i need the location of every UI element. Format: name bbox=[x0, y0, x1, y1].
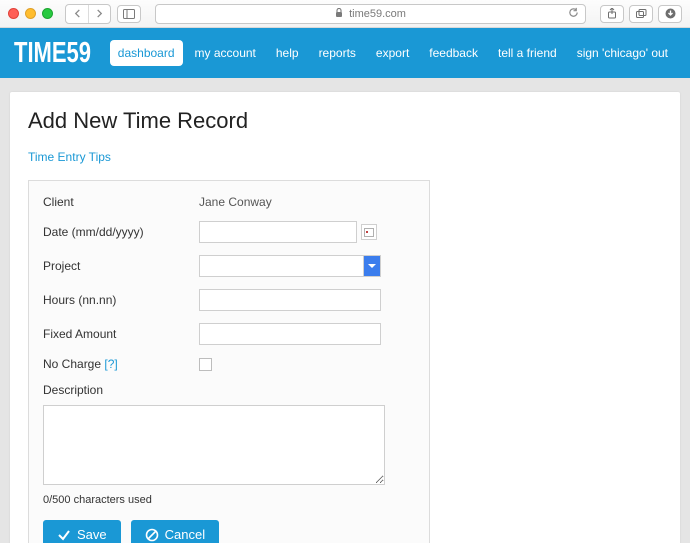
forward-button[interactable] bbox=[88, 5, 110, 23]
fixed-amount-input[interactable] bbox=[199, 323, 381, 345]
nav-help[interactable]: help bbox=[268, 40, 307, 66]
minimize-window-icon[interactable] bbox=[25, 8, 36, 19]
no-charge-text: No Charge bbox=[43, 357, 104, 371]
nav-feedback[interactable]: feedback bbox=[421, 40, 486, 66]
fixed-amount-label: Fixed Amount bbox=[43, 327, 199, 341]
no-charge-label: No Charge [?] bbox=[43, 357, 199, 371]
page-title: Add New Time Record bbox=[28, 108, 662, 134]
row-fixed-amount: Fixed Amount bbox=[43, 323, 415, 345]
nav-export[interactable]: export bbox=[368, 40, 417, 66]
app-header: TIME59 dashboard my account help reports… bbox=[0, 28, 690, 78]
nav-my-account[interactable]: my account bbox=[187, 40, 264, 66]
sidebar-toggle-button[interactable] bbox=[117, 5, 141, 23]
no-charge-help-link[interactable]: [?] bbox=[104, 357, 117, 371]
share-button[interactable] bbox=[600, 5, 624, 23]
save-button-label: Save bbox=[77, 527, 107, 542]
date-input[interactable] bbox=[199, 221, 357, 243]
hours-input[interactable] bbox=[199, 289, 381, 311]
client-value: Jane Conway bbox=[199, 195, 272, 209]
check-icon bbox=[57, 528, 71, 542]
row-client: Client Jane Conway bbox=[43, 195, 415, 209]
cancel-button-label: Cancel bbox=[165, 527, 205, 542]
description-textarea[interactable] bbox=[43, 405, 385, 485]
row-project: Project bbox=[43, 255, 415, 277]
address-host: time59.com bbox=[349, 8, 406, 20]
time-entry-tips-link[interactable]: Time Entry Tips bbox=[28, 150, 111, 164]
nav-sign-out[interactable]: sign 'chicago' out bbox=[569, 40, 676, 66]
project-select[interactable] bbox=[199, 255, 381, 277]
cancel-button[interactable]: Cancel bbox=[131, 520, 219, 543]
address-bar[interactable]: time59.com bbox=[155, 4, 586, 24]
downloads-button[interactable] bbox=[658, 5, 682, 23]
nav-reports[interactable]: reports bbox=[311, 40, 364, 66]
browser-chrome: time59.com bbox=[0, 0, 690, 28]
tabs-button[interactable] bbox=[629, 5, 653, 23]
save-button[interactable]: Save bbox=[43, 520, 121, 543]
nav-tell-friend[interactable]: tell a friend bbox=[490, 40, 565, 66]
page-background: Add New Time Record Time Entry Tips Clie… bbox=[0, 78, 690, 543]
cancel-icon bbox=[145, 528, 159, 542]
page-card: Add New Time Record Time Entry Tips Clie… bbox=[10, 92, 680, 543]
close-window-icon[interactable] bbox=[8, 8, 19, 19]
back-button[interactable] bbox=[66, 5, 88, 23]
reload-button[interactable] bbox=[568, 7, 579, 21]
time-record-form: Client Jane Conway Date (mm/dd/yyyy) Pro… bbox=[28, 180, 430, 543]
date-label: Date (mm/dd/yyyy) bbox=[43, 225, 199, 239]
lock-icon bbox=[335, 8, 343, 20]
main-nav: dashboard my account help reports export… bbox=[110, 40, 676, 66]
calendar-icon[interactable] bbox=[361, 224, 377, 240]
project-label: Project bbox=[43, 259, 199, 273]
window-controls bbox=[8, 8, 53, 19]
character-counter: 0/500 characters used bbox=[43, 494, 415, 506]
hours-label: Hours (nn.nn) bbox=[43, 293, 199, 307]
nav-back-forward bbox=[65, 4, 111, 24]
browser-tools bbox=[600, 5, 682, 23]
row-hours: Hours (nn.nn) bbox=[43, 289, 415, 311]
maximize-window-icon[interactable] bbox=[42, 8, 53, 19]
logo[interactable]: TIME59 bbox=[14, 36, 91, 70]
form-actions: Save Cancel bbox=[43, 520, 415, 543]
no-charge-checkbox[interactable] bbox=[199, 358, 212, 371]
row-no-charge: No Charge [?] bbox=[43, 357, 415, 371]
nav-dashboard[interactable]: dashboard bbox=[110, 40, 183, 66]
row-date: Date (mm/dd/yyyy) bbox=[43, 221, 415, 243]
client-label: Client bbox=[43, 195, 199, 209]
description-label: Description bbox=[43, 383, 415, 397]
